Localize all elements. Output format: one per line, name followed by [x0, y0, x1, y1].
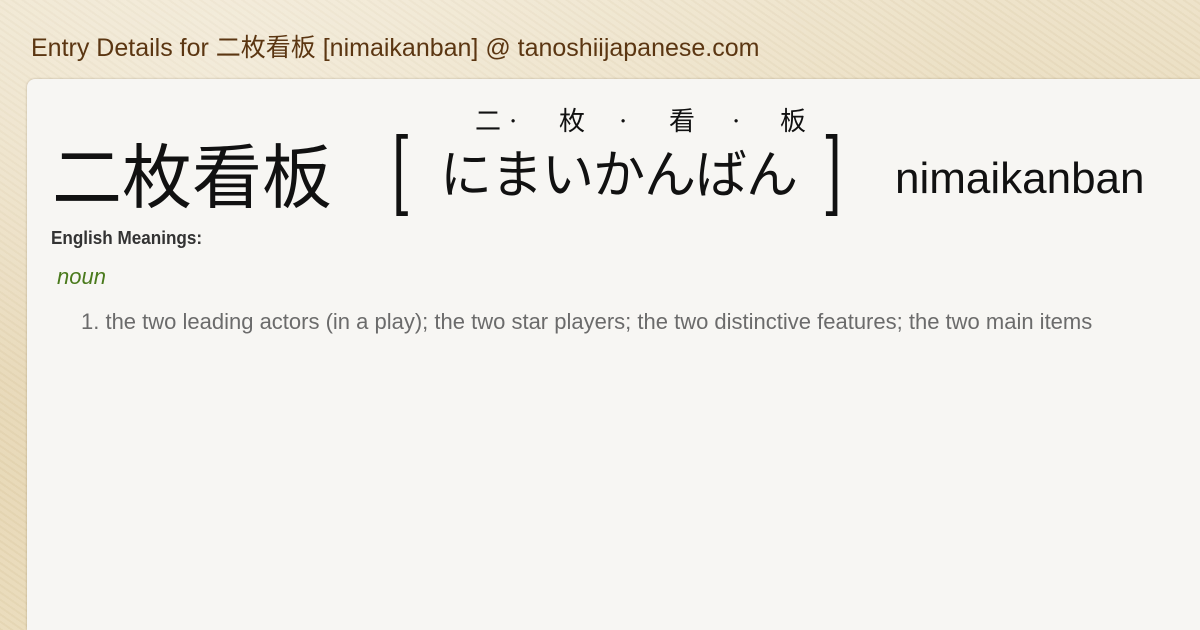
furigana-separator: · [619, 107, 628, 137]
part-of-speech: noun [57, 264, 106, 289]
furigana-char: 看 [669, 107, 696, 137]
meaning-list: 1. the two leading actors (in a play); t… [81, 308, 1092, 336]
reading-bracket-close: ] [822, 119, 842, 226]
furigana-separator: · [509, 107, 518, 137]
entry-reading: にまいかんばん [440, 146, 798, 206]
reading-bracket-open: [ [392, 119, 412, 226]
furigana-char: 枚 [559, 107, 586, 137]
furigana-separator: · [732, 107, 741, 137]
entry-card: 二枚看板 [ 二 · 枚 · 看 · 板 にまいかんばん ] nimaikanb… [27, 79, 1200, 630]
entry-kanji: 二枚看板 [52, 137, 332, 219]
furigana: 二 · 枚 · 看 · 板 [447, 105, 807, 139]
entry-romaji: nimaikanban [895, 154, 1145, 203]
page-title: Entry Details for 二枚看板 [nimaikanban] @ t… [31, 34, 760, 62]
meaning-item: 1. the two leading actors (in a play); t… [81, 309, 1093, 334]
furigana-char: 板 [780, 107, 807, 137]
meanings-label: English Meanings: [51, 228, 203, 248]
furigana-char: 二 [475, 107, 502, 137]
